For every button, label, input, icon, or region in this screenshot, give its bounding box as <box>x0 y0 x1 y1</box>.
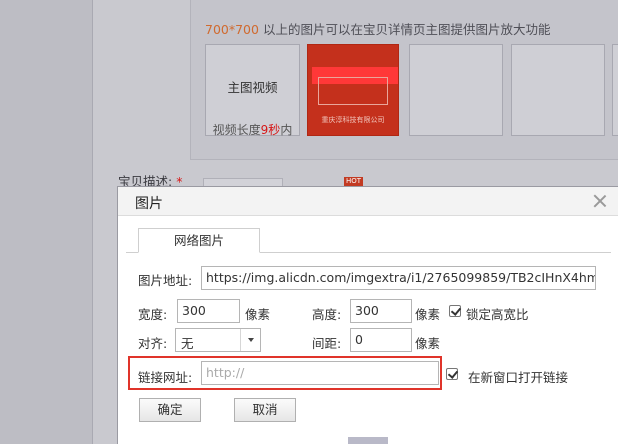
lock-ratio-label: 锁定高宽比 <box>466 307 529 322</box>
watermark-url: jingyan.baidu.com <box>536 420 618 430</box>
close-icon[interactable] <box>593 194 607 208</box>
width-input[interactable]: 300 <box>177 299 240 323</box>
main-video-title: 主图视频 <box>227 80 278 95</box>
background-fragment <box>348 437 388 444</box>
align-selected-value: 无 <box>181 336 194 351</box>
spacing-input[interactable]: 0 <box>350 328 412 352</box>
dialog-header: 图片 <box>118 187 618 216</box>
hot-badge: HOT <box>344 177 364 186</box>
watermark-logo: Baidu经验 <box>474 391 598 444</box>
lock-ratio-checkbox[interactable] <box>449 305 461 317</box>
main-image-thumb-4[interactable] <box>612 44 618 136</box>
height-unit: 像素 <box>415 307 441 322</box>
new-window-checkbox[interactable] <box>446 368 458 380</box>
main-image-thumb-1[interactable]: 重庆淳科技有限公司 <box>307 44 399 136</box>
width-label: 宽度: <box>138 307 168 322</box>
left-sidebar <box>0 0 92 444</box>
thumb-footer: 重庆淳科技有限公司 <box>321 116 385 124</box>
main-image-thumb-2[interactable] <box>409 44 503 136</box>
tab-network-image[interactable]: 网络图片 <box>138 228 260 253</box>
main-video-thumb[interactable]: 主图视频 视频长度9秒内 <box>205 44 300 137</box>
width-unit: 像素 <box>245 307 271 322</box>
height-label: 高度: <box>312 307 342 322</box>
main-image-thumb-3[interactable] <box>511 44 605 136</box>
cancel-button[interactable]: 取消 <box>234 398 296 422</box>
link-url-label: 链接网址: <box>138 370 193 385</box>
chevron-down-icon[interactable] <box>240 329 260 351</box>
align-label: 对齐: <box>138 336 168 351</box>
image-url-label: 图片地址: <box>138 273 193 288</box>
spacing-unit: 像素 <box>415 336 441 351</box>
link-url-input[interactable]: http:// <box>201 361 439 385</box>
image-url-input[interactable]: https://img.alicdn.com/imgextra/i1/27650… <box>201 266 596 290</box>
video-length-note: 视频长度9秒内 <box>212 123 293 137</box>
image-zoom-hint: 700*700 以上的图片可以在宝贝详情页主图提供图片放大功能 <box>205 22 551 37</box>
height-input[interactable]: 300 <box>350 299 412 323</box>
ok-button[interactable]: 确定 <box>139 398 201 422</box>
spacing-label: 间距: <box>312 336 342 351</box>
new-window-label: 在新窗口打开链接 <box>468 370 569 385</box>
sidebar-divider <box>92 0 93 444</box>
align-select[interactable]: 无 <box>175 328 261 352</box>
dialog-title: 图片 <box>135 196 163 212</box>
thumb-frame <box>318 77 388 105</box>
